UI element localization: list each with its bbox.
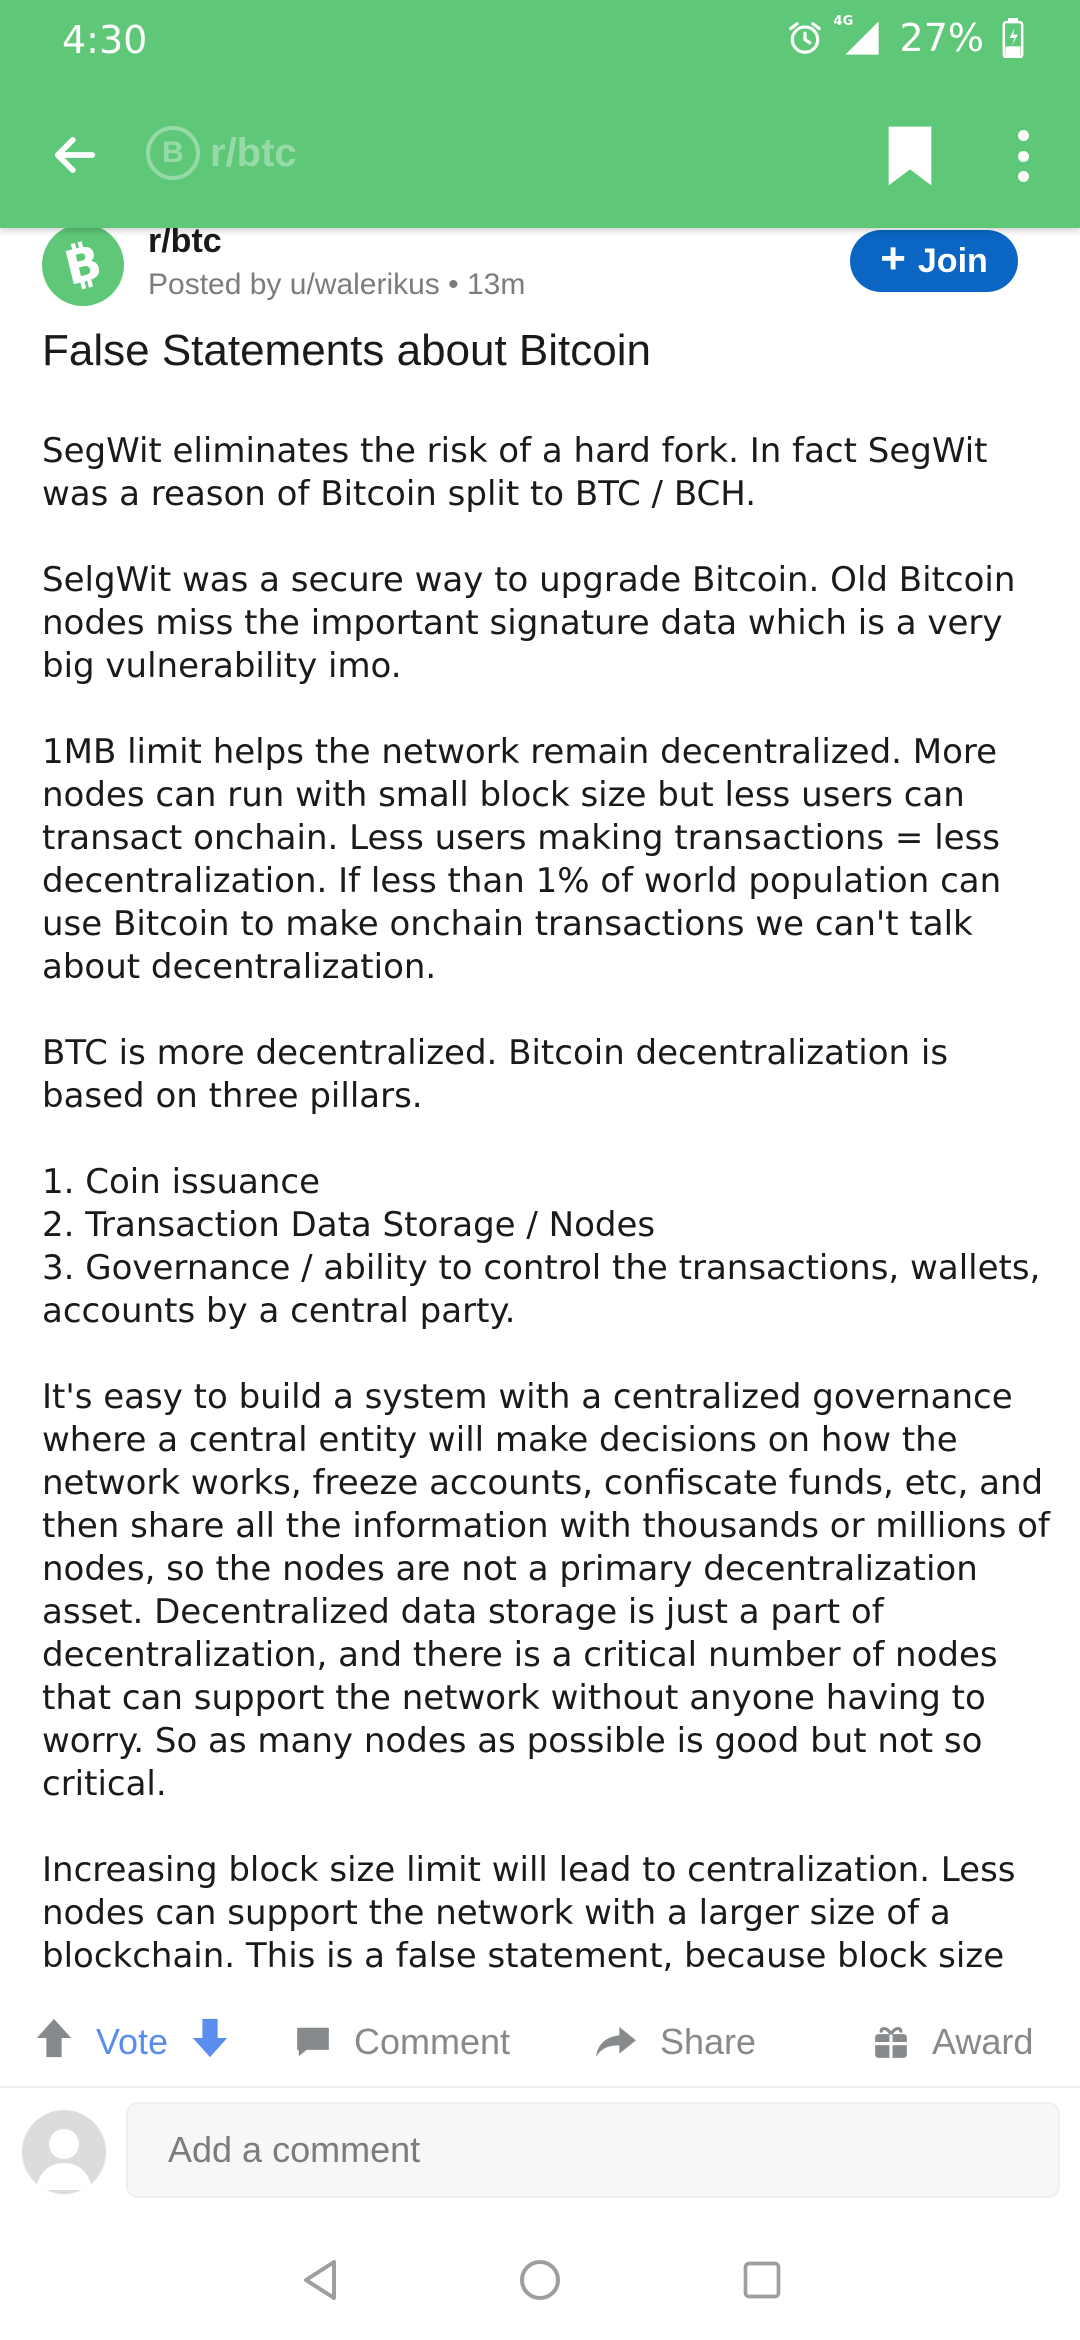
comment-input[interactable]: Add a comment bbox=[126, 2102, 1060, 2198]
comment-placeholder: Add a comment bbox=[168, 2129, 421, 2170]
nav-recents-icon bbox=[743, 2261, 781, 2299]
post-paragraph: SelgWit was a secure way to upgrade Bitc… bbox=[42, 560, 1016, 686]
join-button[interactable]: + Join bbox=[850, 230, 1018, 292]
comment-button[interactable]: Comment bbox=[294, 2016, 510, 2068]
signal-icon: 4G bbox=[834, 14, 882, 58]
gift-icon bbox=[875, 2026, 907, 2058]
nav-back-icon bbox=[304, 2260, 336, 2300]
subreddit-avatar[interactable]: B bbox=[42, 224, 124, 306]
bookmark-button[interactable] bbox=[880, 124, 940, 188]
post-list: 1. Coin issuance 2. Transaction Data Sto… bbox=[42, 1162, 1041, 1331]
post-meta: Posted by u/walerikus • 13m bbox=[148, 268, 526, 301]
default-avatar-icon bbox=[36, 2129, 92, 2190]
award-button[interactable]: Award bbox=[872, 2016, 1033, 2068]
nav-home-button[interactable] bbox=[508, 2248, 572, 2312]
share-label: Share bbox=[660, 2021, 757, 2062]
more-vert-icon bbox=[1017, 130, 1029, 141]
app-bar-subreddit[interactable]: B r/btc bbox=[146, 126, 297, 180]
subreddit-icon: B bbox=[146, 126, 200, 180]
join-label: Join bbox=[917, 241, 988, 280]
vote-label: Vote bbox=[96, 2021, 169, 2062]
post-paragraph: It's easy to build a system with a centr… bbox=[42, 1377, 1050, 1804]
post-body: SegWit eliminates the risk of a hard for… bbox=[42, 430, 1052, 1980]
downvote-arrow-icon bbox=[192, 2018, 228, 2057]
top-app-bar: 4:30 4G 27% B r/btc bbox=[0, 0, 1080, 228]
comment-icon bbox=[297, 2027, 329, 2057]
alarm-icon bbox=[786, 19, 824, 57]
award-label: Award bbox=[932, 2021, 1034, 2062]
plus-icon: + bbox=[880, 234, 906, 283]
back-arrow-icon bbox=[54, 137, 96, 173]
upvote-arrow-icon bbox=[36, 2018, 72, 2057]
post-paragraph: Increasing block size limit will lead to… bbox=[42, 1850, 1016, 1976]
post-paragraph: SegWit eliminates the risk of a hard for… bbox=[42, 431, 988, 514]
post-action-bar: Vote Comment Share Award bbox=[0, 1996, 1080, 2088]
battery-charging-icon bbox=[1002, 18, 1024, 58]
bookmark-icon bbox=[888, 126, 932, 186]
status-bar: 4:30 4G 27% bbox=[0, 0, 1080, 80]
comment-composer: Add a comment bbox=[0, 2088, 1080, 2218]
nav-recents-button[interactable] bbox=[730, 2248, 794, 2312]
app-bar-subreddit-name: r/btc bbox=[210, 130, 297, 175]
vote-group: Vote bbox=[34, 2016, 230, 2068]
system-nav-bar bbox=[0, 2218, 1080, 2340]
nav-back-button[interactable] bbox=[288, 2248, 352, 2312]
back-button[interactable] bbox=[40, 120, 110, 190]
status-icons: 4G 27% bbox=[786, 14, 1024, 60]
post-paragraph: BTC is more decentralized. Bitcoin decen… bbox=[42, 1033, 949, 1116]
status-time: 4:30 bbox=[62, 18, 148, 62]
comment-label: Comment bbox=[354, 2021, 511, 2062]
upvote-button[interactable] bbox=[34, 2017, 74, 2068]
app-bar: B r/btc bbox=[0, 100, 1080, 210]
network-label: 4G bbox=[833, 14, 854, 29]
more-options-button[interactable] bbox=[996, 124, 1050, 188]
battery-percentage: 27% bbox=[899, 16, 984, 60]
share-icon bbox=[596, 2027, 636, 2057]
post-title: False Statements about Bitcoin bbox=[42, 326, 651, 375]
share-button[interactable]: Share bbox=[594, 2016, 756, 2068]
bitcoin-logo-icon: B bbox=[60, 237, 108, 293]
nav-home-icon bbox=[520, 2260, 560, 2300]
post-paragraph: 1MB limit helps the network remain decen… bbox=[42, 732, 1002, 987]
user-avatar bbox=[22, 2110, 106, 2194]
downvote-button[interactable] bbox=[190, 2017, 230, 2068]
